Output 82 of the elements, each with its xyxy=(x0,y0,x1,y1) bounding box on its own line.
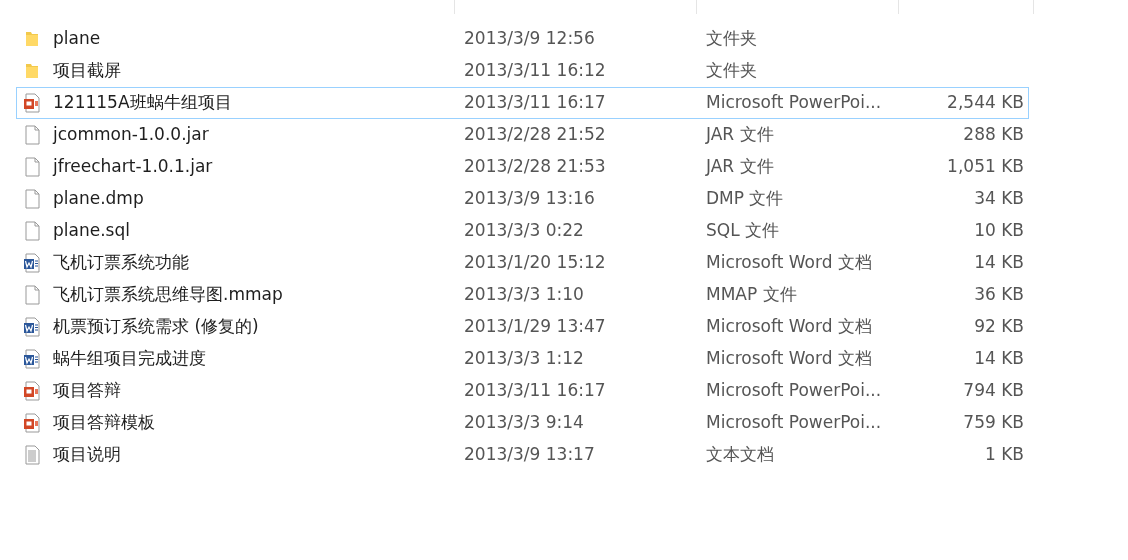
file-type: JAR 文件 xyxy=(706,124,774,145)
file-row[interactable]: jcommon-1.0.0.jar 2013/2/28 21:52 JAR 文件 288 KB xyxy=(16,119,1029,151)
file-row[interactable]: plane.dmp 2013/3/9 13:16 DMP 文件 34 KB xyxy=(16,183,1029,215)
file-size: 10 KB xyxy=(974,220,1024,241)
file-name: 项目答辩 xyxy=(53,379,121,403)
file-size: 1 KB xyxy=(984,444,1024,465)
modified-date: 2013/3/3 1:10 xyxy=(464,284,584,305)
file-row[interactable]: 121115A班蜗牛组项目 2013/3/11 16:17 Microsoft PowerPoi... 2,544 KB xyxy=(16,87,1029,119)
file-size: 2,544 KB xyxy=(947,92,1024,113)
folder-icon xyxy=(23,61,41,81)
file-name: plane.sql xyxy=(53,219,130,243)
file-type: 文件夹 xyxy=(706,60,757,81)
file-row[interactable]: 项目答辩 2013/3/11 16:17 Microsoft PowerPoi... 794 KB xyxy=(16,375,1029,407)
file-name: 蜗牛组项目完成进度 xyxy=(53,347,206,371)
file-row[interactable]: 飞机订票系统功能 2013/1/20 15:12 Microsoft Word 文档 14 KB xyxy=(16,247,1029,279)
file-name: 机票预订系统需求 (修复的) xyxy=(53,315,259,339)
presentation-file-icon xyxy=(23,93,41,113)
file-size: 288 KB xyxy=(963,124,1024,145)
blank-file-icon xyxy=(23,125,41,145)
file-type: Microsoft Word 文档 xyxy=(706,348,872,369)
modified-date: 2013/3/3 1:12 xyxy=(464,348,584,369)
modified-date: 2013/2/28 21:52 xyxy=(464,124,606,145)
presentation-file-icon xyxy=(23,413,41,433)
presentation-file-icon xyxy=(23,381,41,401)
file-name: plane.dmp xyxy=(53,187,144,211)
modified-date: 2013/3/9 13:16 xyxy=(464,188,595,209)
text-file-icon xyxy=(23,445,41,465)
modified-date: 2013/3/3 9:14 xyxy=(464,412,584,433)
file-type: Microsoft Word 文档 xyxy=(706,316,872,337)
file-type: JAR 文件 xyxy=(706,156,774,177)
file-size: 92 KB xyxy=(974,316,1024,337)
file-type: Microsoft PowerPoi... xyxy=(706,380,882,401)
file-name: 飞机订票系统思维导图.mmap xyxy=(53,283,283,307)
file-row[interactable]: plane 2013/3/9 12:56 文件夹 xyxy=(16,23,1029,55)
modified-date: 2013/3/9 13:17 xyxy=(464,444,595,465)
modified-date: 2013/1/29 13:47 xyxy=(464,316,606,337)
file-row[interactable]: 飞机订票系统思维导图.mmap 2013/3/3 1:10 MMAP 文件 36 KB xyxy=(16,279,1029,311)
file-size: 14 KB xyxy=(974,252,1024,273)
file-row[interactable]: plane.sql 2013/3/3 0:22 SQL 文件 10 KB xyxy=(16,215,1029,247)
modified-date: 2013/1/20 15:12 xyxy=(464,252,606,273)
file-name: 121115A班蜗牛组项目 xyxy=(53,91,232,115)
file-size: 36 KB xyxy=(974,284,1024,305)
file-name: 飞机订票系统功能 xyxy=(53,251,189,275)
document-file-icon xyxy=(23,317,41,337)
file-type: DMP 文件 xyxy=(706,188,784,209)
file-name: 项目截屏 xyxy=(53,59,121,83)
blank-file-icon xyxy=(23,157,41,177)
file-row[interactable]: 机票预订系统需求 (修复的) 2013/1/29 13:47 Microsoft Word 文档 92 KB xyxy=(16,311,1029,343)
file-name: plane xyxy=(53,27,101,51)
modified-date: 2013/3/11 16:17 xyxy=(464,380,606,401)
file-size: 794 KB xyxy=(963,380,1024,401)
file-type: MMAP 文件 xyxy=(706,284,797,305)
file-name: 项目说明 xyxy=(53,443,121,467)
modified-date: 2013/3/11 16:17 xyxy=(464,92,606,113)
modified-date: 2013/3/3 0:22 xyxy=(464,220,584,241)
file-type: Microsoft Word 文档 xyxy=(706,252,872,273)
file-name: jcommon-1.0.0.jar xyxy=(53,123,209,147)
modified-date: 2013/3/11 16:12 xyxy=(464,60,606,81)
file-name: 项目答辩模板 xyxy=(53,411,155,435)
file-type: Microsoft PowerPoi... xyxy=(706,412,882,433)
blank-file-icon xyxy=(23,221,41,241)
blank-file-icon xyxy=(23,285,41,305)
blank-file-icon xyxy=(23,189,41,209)
file-row[interactable]: 项目说明 2013/3/9 13:17 文本文档 1 KB xyxy=(16,439,1029,471)
file-type: SQL 文件 xyxy=(706,220,780,241)
modified-date: 2013/3/9 12:56 xyxy=(464,28,595,49)
modified-date: 2013/2/28 21:53 xyxy=(464,156,606,177)
file-row[interactable]: 项目截屏 2013/3/11 16:12 文件夹 xyxy=(16,55,1029,87)
file-size: 14 KB xyxy=(974,348,1024,369)
folder-icon xyxy=(23,29,41,49)
file-type: 文本文档 xyxy=(706,444,774,465)
file-type: 文件夹 xyxy=(706,28,757,49)
file-name: jfreechart-1.0.1.jar xyxy=(53,155,213,179)
file-size: 1,051 KB xyxy=(947,156,1024,177)
file-type: Microsoft PowerPoi... xyxy=(706,92,882,113)
document-file-icon xyxy=(23,349,41,369)
file-row[interactable]: jfreechart-1.0.1.jar 2013/2/28 21:53 JAR 文件 1,051 KB xyxy=(16,151,1029,183)
file-size: 34 KB xyxy=(974,188,1024,209)
file-row[interactable]: 项目答辩模板 2013/3/3 9:14 Microsoft PowerPoi... 759 KB xyxy=(16,407,1029,439)
file-size: 759 KB xyxy=(963,412,1024,433)
document-file-icon xyxy=(23,253,41,273)
file-row[interactable]: 蜗牛组项目完成进度 2013/3/3 1:12 Microsoft Word 文档 14 KB xyxy=(16,343,1029,375)
